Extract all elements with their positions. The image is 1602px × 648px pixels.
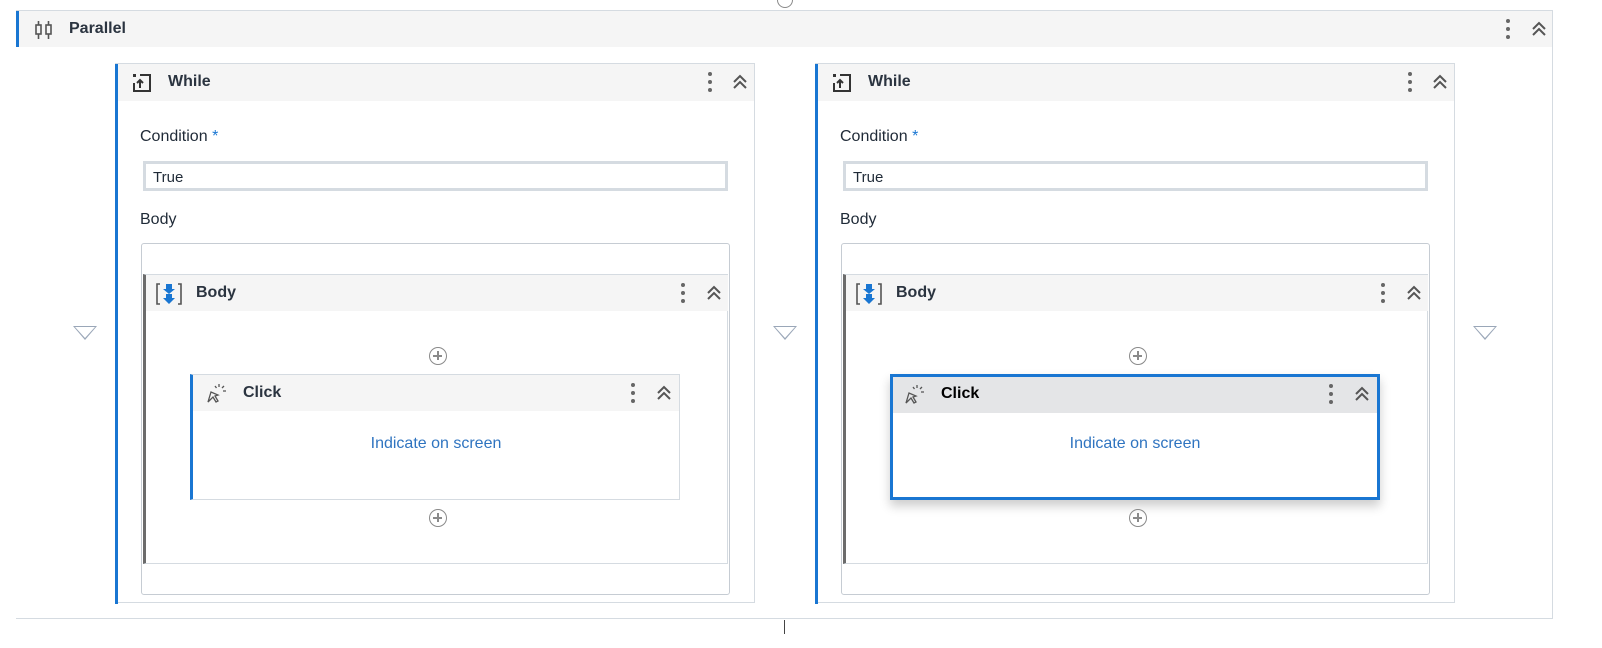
add-activity-icon[interactable] [1129, 347, 1147, 365]
body-label: Body [840, 211, 877, 228]
sequence-header[interactable]: Body [846, 275, 1428, 311]
required-mark: * [212, 128, 219, 145]
drop-target-icon[interactable] [73, 326, 97, 340]
add-activity-icon[interactable] [429, 347, 447, 365]
while-title: While [868, 73, 911, 90]
parallel-header[interactable]: Parallel [16, 11, 1552, 47]
more-options-icon[interactable] [1329, 384, 1333, 404]
click-activity-selected[interactable]: Click Indicate on screen [890, 374, 1380, 500]
add-activity-icon[interactable] [429, 509, 447, 527]
collapse-icon[interactable] [1432, 74, 1448, 90]
collapse-icon[interactable] [706, 285, 722, 301]
branch-accent-bar [815, 64, 818, 604]
condition-label: Condition * [840, 128, 918, 146]
bottom-connector [784, 620, 785, 634]
condition-label-text: Condition [840, 128, 908, 145]
more-options-icon[interactable] [708, 72, 712, 92]
condition-input[interactable]: True [843, 161, 1428, 191]
branch-accent-bar [115, 64, 118, 604]
sequence-icon [856, 283, 882, 305]
body-label: Body [140, 211, 177, 228]
click-cursor-icon [207, 384, 226, 403]
collapse-icon[interactable] [656, 385, 672, 401]
drop-target-icon[interactable] [773, 326, 797, 340]
while-header[interactable]: While [815, 64, 1454, 101]
drop-target-icon[interactable] [1473, 326, 1497, 340]
more-options-icon[interactable] [1408, 72, 1412, 92]
sequence-title: Body [196, 284, 236, 301]
click-header[interactable]: Click [193, 375, 679, 411]
click-cursor-icon [905, 385, 924, 404]
body-sequence[interactable]: Body Click Indicate on screen [143, 274, 728, 564]
top-connector[interactable] [777, 0, 793, 8]
condition-label: Condition * [140, 128, 218, 146]
click-title: Click [243, 384, 282, 401]
collapse-icon[interactable] [732, 74, 748, 90]
while-activity[interactable]: While Condition * True Body Body Click I… [115, 63, 755, 604]
collapse-icon[interactable] [1406, 285, 1422, 301]
add-activity-icon[interactable] [1129, 509, 1147, 527]
body-sequence[interactable]: Body Click Indicate on screen [843, 274, 1428, 564]
click-activity[interactable]: Click Indicate on screen [190, 374, 680, 500]
click-header[interactable]: Click [893, 377, 1377, 413]
click-title: Click [941, 385, 980, 402]
more-options-icon[interactable] [631, 383, 635, 403]
parallel-title: Parallel [69, 20, 126, 37]
while-loop-icon [833, 74, 851, 92]
sequence-icon [156, 283, 182, 305]
indicate-on-screen-link[interactable]: Indicate on screen [893, 435, 1377, 453]
condition-input[interactable]: True [143, 161, 728, 191]
while-header[interactable]: While [115, 64, 754, 101]
sequence-header[interactable]: Body [146, 275, 728, 311]
collapse-icon[interactable] [1531, 21, 1547, 37]
collapse-icon[interactable] [1354, 386, 1370, 402]
while-loop-icon [133, 74, 151, 92]
while-activity[interactable]: While Condition * True Body Body Click I… [815, 63, 1455, 604]
condition-label-text: Condition [140, 128, 208, 145]
more-options-icon[interactable] [681, 283, 685, 303]
sequence-title: Body [896, 284, 936, 301]
indicate-on-screen-link[interactable]: Indicate on screen [193, 435, 679, 453]
required-mark: * [912, 128, 919, 145]
parallel-icon [35, 21, 52, 39]
more-options-icon[interactable] [1381, 283, 1385, 303]
while-title: While [168, 73, 211, 90]
more-options-icon[interactable] [1506, 19, 1510, 39]
